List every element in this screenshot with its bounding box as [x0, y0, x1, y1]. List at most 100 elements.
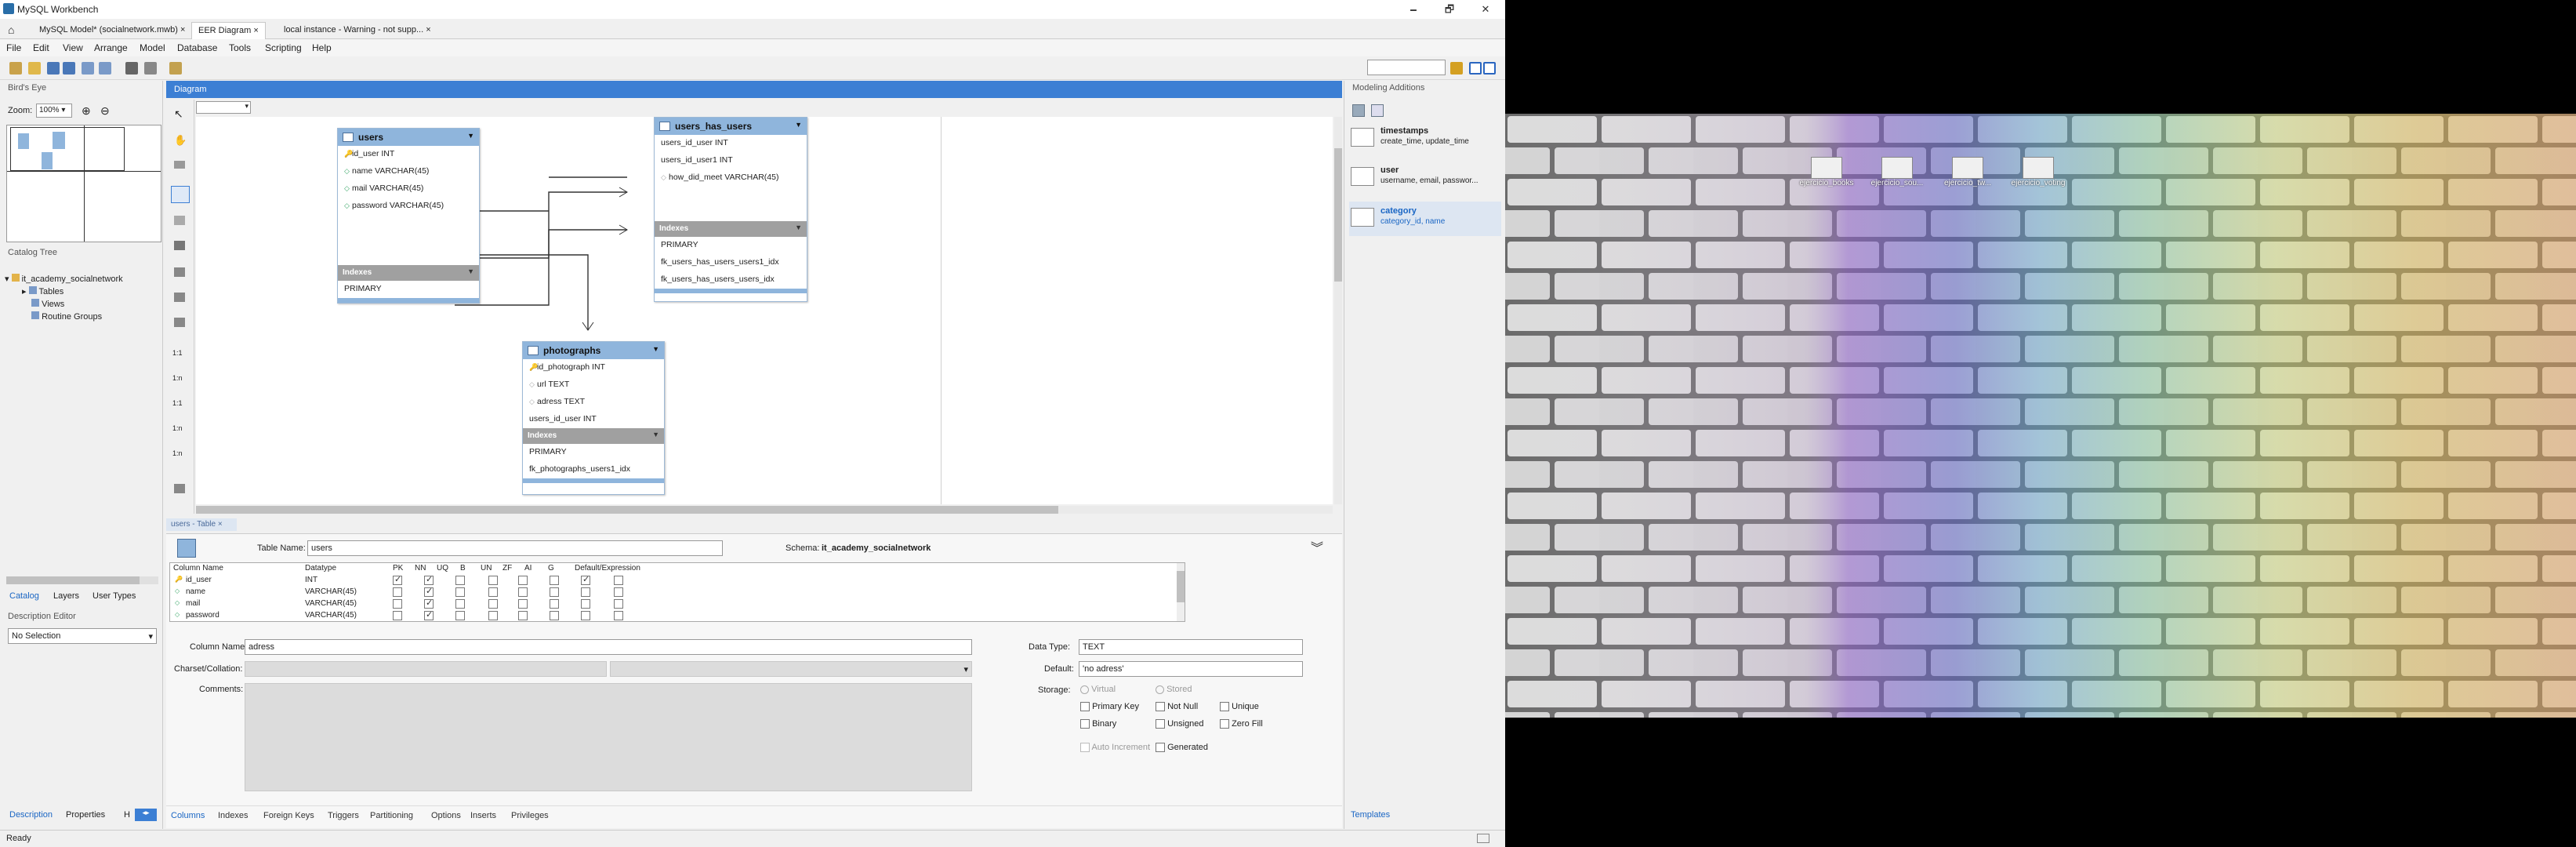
charset-select[interactable] [245, 661, 607, 677]
tree-item-views[interactable]: Views [5, 299, 158, 311]
flag-checkbox[interactable] [424, 598, 434, 609]
layout-bottom-icon[interactable] [1483, 62, 1496, 75]
tab-partitioning[interactable]: Partitioning [370, 811, 413, 820]
column-name-cell[interactable]: password [186, 611, 220, 620]
column-row[interactable]: users_id_user1 INT [655, 152, 807, 169]
desktop-icon[interactable]: ejercicio_tw... [1936, 157, 1999, 187]
column-row[interactable]: ◇ mail VARCHAR(45) [338, 180, 479, 198]
indexes-header[interactable]: Indexes ▼ [655, 221, 807, 237]
menu-view[interactable]: View [63, 42, 83, 53]
flag-checkbox[interactable] [550, 611, 559, 620]
tree-item-schema[interactable]: ▾ it_academy_socialnetwork [5, 274, 158, 286]
flag-checkbox[interactable] [488, 611, 498, 620]
undo-icon[interactable] [82, 62, 94, 75]
menu-database[interactable]: Database [177, 42, 217, 53]
column-row[interactable]: 🔑id_user INT [338, 146, 479, 163]
grid-scrollbar[interactable] [1177, 563, 1185, 621]
save-icon[interactable] [47, 62, 60, 75]
diagram-option-select[interactable]: ▾ [196, 101, 251, 114]
table-photographs[interactable]: photographs ▼ 🔑id_photograph INT ◇ url TEX… [522, 341, 665, 495]
layer-tool-icon[interactable] [171, 186, 190, 203]
column-name-input[interactable]: adress [245, 639, 972, 655]
column-row[interactable]: ◇ adress TEXT [523, 394, 664, 411]
flag-checkbox[interactable] [488, 576, 498, 585]
menu-help[interactable]: Help [312, 42, 332, 53]
col-header-g[interactable]: G [548, 564, 554, 573]
tab-scroll-arrows[interactable]: ◂▸ [135, 809, 157, 821]
table-users-has-users[interactable]: users_has_users ▼ users_id_user INT users… [654, 117, 807, 302]
column-row[interactable]: ◇ url TEXT [523, 376, 664, 394]
flag-checkbox[interactable] [614, 587, 623, 597]
tab-model[interactable]: MySQL Model* (socialnetwork.mwb) × [33, 22, 191, 39]
table-header[interactable]: users_has_users ▼ [655, 118, 807, 135]
table-users[interactable]: users ▼ 🔑id_user INT ◇ name VARCHAR(45) ◇ m… [337, 128, 480, 304]
col-header-ai[interactable]: AI [524, 564, 532, 573]
panel-toggle-icon[interactable] [1477, 834, 1489, 843]
collapse-icon[interactable]: ▼ [795, 121, 802, 129]
table-row[interactable]: ◇ password VARCHAR(45) [170, 609, 1174, 622]
tab-triggers[interactable]: Triggers [328, 811, 359, 820]
indexes-header[interactable]: Indexes ▼ [338, 265, 479, 281]
column-row[interactable]: users_id_user INT [523, 411, 664, 428]
tab-inserts[interactable]: Inserts [470, 811, 496, 820]
flag-checkbox[interactable] [455, 611, 465, 620]
index-row[interactable]: PRIMARY [655, 237, 807, 254]
close-icon[interactable]: × [426, 25, 430, 35]
not-null-checkbox[interactable]: Not Null [1156, 702, 1198, 712]
datatype-cell[interactable]: INT [305, 576, 317, 584]
collapse-icon[interactable]: ▼ [652, 431, 659, 438]
col-header-zf[interactable]: ZF [503, 564, 512, 573]
table-name-input[interactable]: users [307, 540, 723, 556]
indexes-header[interactable]: Indexes ▼ [523, 428, 664, 444]
align-grid-icon[interactable] [144, 62, 157, 75]
flag-checkbox[interactable] [424, 586, 434, 597]
comments-textarea[interactable] [245, 683, 972, 791]
flag-checkbox[interactable] [581, 587, 590, 597]
image-tool-icon[interactable] [174, 241, 185, 250]
flag-checkbox[interactable] [455, 599, 465, 609]
column-row[interactable]: ◇ password VARCHAR(45) [338, 198, 479, 215]
col-header-nn[interactable]: NN [415, 564, 426, 573]
template-item[interactable]: timestamps create_time, update_time [1349, 125, 1501, 156]
search-input[interactable] [1367, 60, 1446, 75]
col-header-name[interactable]: Column Name [173, 564, 223, 573]
col-header-un[interactable]: UN [481, 564, 492, 573]
flag-checkbox[interactable] [488, 587, 498, 597]
flag-checkbox[interactable] [488, 599, 498, 609]
tab-options[interactable]: Options [431, 811, 461, 820]
flag-checkbox[interactable] [393, 611, 402, 620]
collapse-icon[interactable]: ▼ [652, 345, 659, 353]
tab-description[interactable]: Description [9, 810, 53, 820]
vertical-scrollbar[interactable] [1334, 117, 1342, 504]
expand-icon[interactable]: ▾ [5, 274, 9, 284]
flag-checkbox[interactable] [581, 611, 590, 620]
desktop-icon[interactable]: ejercicio_books [1795, 157, 1858, 187]
collation-select[interactable]: ▾ [610, 661, 972, 677]
home-icon[interactable]: ⌂ [8, 24, 14, 36]
list-icon[interactable] [1371, 104, 1384, 117]
col-header-datatype[interactable]: Datatype [305, 564, 336, 573]
index-row[interactable]: fk_users_has_users_users_idx [655, 271, 807, 289]
menu-edit[interactable]: Edit [33, 42, 49, 53]
collapse-icon[interactable]: ▼ [467, 267, 474, 275]
binary-checkbox[interactable]: Binary [1080, 719, 1116, 729]
hand-tool-icon[interactable]: ✋ [174, 134, 187, 147]
index-row[interactable]: PRIMARY [338, 281, 479, 298]
column-row[interactable]: users_id_user INT [655, 135, 807, 152]
tab-eer-diagram[interactable]: EER Diagram × [191, 22, 266, 39]
template-item-selected[interactable]: category category_id, name [1349, 202, 1501, 236]
layout-sidebar-icon[interactable] [1469, 62, 1482, 75]
table-row[interactable]: ◇ name VARCHAR(45) [170, 586, 1174, 598]
datatype-cell[interactable]: VARCHAR(45) [305, 599, 357, 608]
column-row[interactable]: ◇ how_did_meet VARCHAR(45) [655, 169, 807, 187]
flag-checkbox[interactable] [581, 599, 590, 609]
rel-1-1-tool[interactable]: 1:1 [172, 349, 183, 357]
restore-button[interactable]: 🗗 [1431, 0, 1468, 19]
tree-item-tables[interactable]: ▸ Tables [5, 286, 158, 299]
col-header-b[interactable]: B [460, 564, 466, 573]
diagram-canvas[interactable]: users ▼ 🔑id_user INT ◇ name VARCHAR(45) ◇ m… [196, 117, 1333, 504]
index-row[interactable]: fk_users_has_users_users1_idx [655, 254, 807, 271]
storage-stored-radio[interactable]: Stored [1156, 685, 1192, 694]
open-folder-icon[interactable] [28, 62, 41, 75]
table-row[interactable]: ◇ mail VARCHAR(45) [170, 598, 1174, 610]
